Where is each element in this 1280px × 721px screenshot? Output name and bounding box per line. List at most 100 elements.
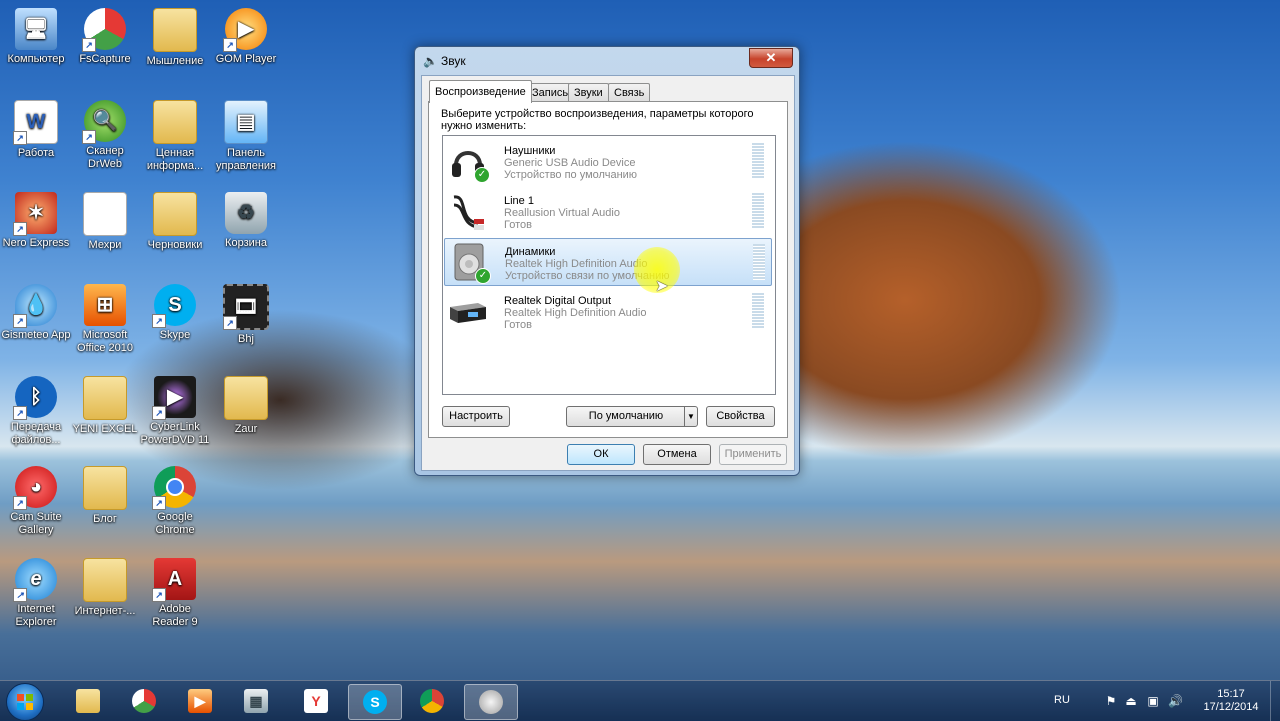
desktop-icon-computer[interactable]: 🖥 Компьютер (1, 8, 71, 66)
tab-communications[interactable]: Связь (608, 83, 651, 102)
desktop-icon-bluetooth[interactable]: ᛒ ↗ Передача файлов... (1, 376, 71, 447)
folder-icon (153, 192, 197, 236)
bluetooth-icon: ᛒ ↗ (13, 376, 57, 420)
desktop-icon-zaur[interactable]: Zaur (211, 376, 281, 436)
desktop-icon-blog[interactable]: Блог (70, 466, 140, 526)
desktop-icon-cennaya[interactable]: Ценная информа... (140, 100, 210, 173)
tab-recording[interactable]: Запись (526, 83, 575, 102)
drweb-scanner-icon: 🔍 ↗ (82, 100, 126, 144)
device-item-digital-output[interactable]: Realtek Digital Output Realtek High Defi… (444, 288, 770, 334)
device-name: Line 1 (504, 195, 534, 207)
audio-cable-icon (448, 191, 488, 231)
taskbar-item-calculator[interactable]: ▦ (230, 684, 282, 718)
clock-time: 15:17 (1217, 688, 1245, 700)
desktop-icon-bhj[interactable]: 🎞 ↗ Bhj (211, 284, 281, 346)
close-button[interactable]: ✕ (749, 48, 793, 68)
sound-dialog: 🔈 Звук ✕ Воспроизведение Запись Звуки Св… (414, 46, 800, 476)
taskbar-item-sound[interactable] (464, 684, 518, 720)
user-folder-icon (224, 376, 268, 420)
set-default-button[interactable]: По умолчанию ▼ (566, 406, 698, 427)
ms-office-icon: ⊞ (84, 284, 126, 326)
computer-icon: 🖥 (15, 8, 57, 50)
taskbar-item-skype[interactable]: S (348, 684, 402, 720)
desktop-icon-adobe-reader[interactable]: A ↗ Adobe Reader 9 (140, 558, 210, 629)
configure-button[interactable]: Настроить (442, 406, 510, 427)
explorer-folder-icon (76, 689, 100, 713)
taskbar-item-fscapture[interactable] (118, 684, 170, 718)
desktop-icon-yeni-excel[interactable]: YENI EXCEL (70, 376, 140, 436)
desktop-icon-myshlenie[interactable]: Мышление (140, 8, 210, 68)
network-icon[interactable]: ▣ (1146, 694, 1160, 708)
desktop-icon-internet-explorer[interactable]: e ↗ Internet Explorer (1, 558, 71, 629)
ok-button[interactable]: ОК (567, 444, 635, 465)
clock[interactable]: 15:17 17/12/2014 (1196, 688, 1266, 714)
folder-icon (153, 8, 197, 52)
show-desktop-button[interactable] (1270, 681, 1280, 721)
desktop-icon-cam-suite[interactable]: ◕ ↗ Cam Suite Gallery (1, 466, 71, 537)
desktop-icon-powerdvd[interactable]: ▶ ↗ CyberLink PowerDVD 11 (140, 376, 210, 447)
desktop-icon-drweb[interactable]: 🔍 ↗ Сканер DrWeb (70, 100, 140, 171)
mouse-pointer-icon: ➤ (655, 278, 669, 295)
skype-icon: S (363, 690, 387, 714)
dropdown-arrow-icon[interactable]: ▼ (684, 407, 697, 426)
taskbar-item-yandex[interactable]: Y (290, 684, 342, 718)
device-list: ✓ Наушники Generic USB Audio Device Устр… (442, 135, 776, 395)
desktop-icon-gom-player[interactable]: ▶ ↗ GOM Player (211, 8, 281, 66)
desktop-icon-skype[interactable]: S ↗ Skype (140, 284, 210, 342)
folder-icon (83, 376, 127, 420)
fscapture-icon: ↗ (82, 8, 126, 52)
apply-button[interactable]: Применить (719, 444, 787, 465)
device-name: Realtek Digital Output (504, 295, 611, 307)
video-file-icon: 🎞 ↗ (223, 284, 269, 330)
desktop-icon-nero-express[interactable]: ✶ ↗ Nero Express (1, 192, 71, 250)
volume-icon[interactable]: 🔊 (1168, 694, 1183, 708)
tab-sounds[interactable]: Звуки (568, 83, 609, 102)
desktop-icon-control-panel[interactable]: ▤ Панель управления (211, 100, 281, 173)
desktop-icon-recycle-bin[interactable]: ♻ Корзина (211, 192, 281, 250)
desktop-icon-ms-office[interactable]: ⊞ Microsoft Office 2010 (70, 284, 140, 355)
device-item-speakers[interactable]: ✓ Динамики Realtek High Definition Audio… (444, 238, 772, 286)
device-status: Устройство по умолчанию (504, 169, 638, 181)
level-meter (753, 244, 765, 280)
level-meter (752, 143, 764, 179)
powerdvd-icon: ▶ ↗ (152, 376, 196, 420)
safely-remove-icon[interactable]: ⏏ (1124, 694, 1138, 708)
clock-date: 17/12/2014 (1203, 701, 1259, 713)
desktop-icon-gismeteo[interactable]: 💧 ↗ Gismeteo App (1, 284, 71, 342)
headphones-icon: ✓ (448, 141, 490, 183)
device-status: Готов (504, 319, 532, 331)
instruction-text: Выберите устройство воспроизведения, пар… (441, 108, 754, 132)
desktop-icon-chernoviki[interactable]: Черновики (140, 192, 210, 252)
taskbar-item-chrome[interactable] (406, 684, 458, 718)
taskbar-item-explorer[interactable] (62, 684, 114, 718)
tab-playback[interactable]: Воспроизведение (429, 80, 532, 103)
dialog-titlebar[interactable]: 🔈 Звук ✕ (415, 47, 799, 75)
cancel-button[interactable]: Отмена (643, 444, 711, 465)
device-item-headphones[interactable]: ✓ Наушники Generic USB Audio Device Устр… (444, 138, 770, 184)
recycle-bin-icon: ♻ (225, 192, 267, 234)
taskbar-item-media-player[interactable]: ▶ (174, 684, 226, 718)
text-document-icon (83, 192, 127, 236)
flag-icon[interactable]: ⚑ (1104, 694, 1118, 708)
device-name: Динамики (505, 246, 556, 258)
device-description: Reallusion Virtual Audio (504, 207, 620, 219)
folder-icon (153, 100, 197, 144)
chrome-icon: ↗ (152, 466, 196, 510)
start-button[interactable] (6, 683, 44, 721)
nero-icon: ✶ ↗ (13, 192, 57, 236)
speaker-icon: 🔈 (423, 54, 438, 68)
properties-button[interactable]: Свойства (706, 406, 775, 427)
sound-icon (479, 690, 503, 714)
device-item-line1[interactable]: Line 1 Reallusion Virtual Audio Готов (444, 188, 770, 234)
word-document-icon: W ↗ (13, 100, 58, 145)
desktop-icon-google-chrome[interactable]: ↗ Google Chrome (140, 466, 210, 537)
language-indicator[interactable]: RU (1054, 694, 1070, 706)
desktop-icon-internet-folder[interactable]: Интернет-... (70, 558, 140, 618)
desktop-icon-mehri[interactable]: Мехри (70, 192, 140, 252)
desktop-icon-rabota[interactable]: W ↗ Работа (1, 100, 71, 160)
device-status: Готов (504, 219, 532, 231)
default-check-icon: ✓ (474, 167, 490, 183)
cam-suite-icon: ◕ ↗ (13, 466, 57, 510)
skype-icon: S ↗ (152, 284, 196, 328)
desktop-icon-fscapture[interactable]: ↗ FsCapture (70, 8, 140, 66)
